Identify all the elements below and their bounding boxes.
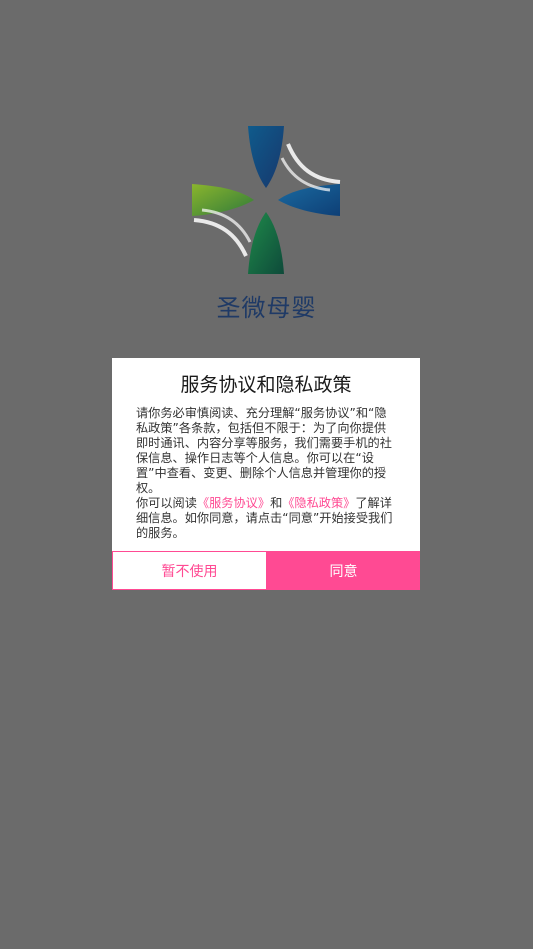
dialog-paragraph-2: 你可以阅读《服务协议》和《隐私政策》了解详细信息。如你同意，请点击“同意”开始接…: [136, 496, 396, 541]
brand-logo-icon: [192, 126, 341, 274]
dialog-body: 请你务必审慎阅读、充分理解“服务协议”和“隐私政策”各条款，包括但不限于：为了向…: [136, 406, 396, 541]
dialog-paragraph-1: 请你务必审慎阅读、充分理解“服务协议”和“隐私政策”各条款，包括但不限于：为了向…: [136, 406, 392, 495]
app-screen: 圣微母婴 服务协议和隐私政策 请你务必审慎阅读、充分理解“服务协议”和“隐私政策…: [0, 0, 533, 949]
decline-button[interactable]: 暂不使用: [112, 551, 267, 590]
and-text: 和: [270, 496, 283, 510]
dialog-title: 服务协议和隐私政策: [180, 374, 352, 396]
dialog-button-row: 暂不使用 同意: [112, 551, 420, 590]
service-agreement-link[interactable]: 《服务协议》: [197, 496, 270, 510]
agree-button[interactable]: 同意: [267, 551, 420, 590]
privacy-dialog: 服务协议和隐私政策 请你务必审慎阅读、充分理解“服务协议”和“隐私政策”各条款，…: [112, 358, 420, 590]
brand-name: 圣微母婴: [216, 294, 317, 322]
privacy-policy-link[interactable]: 《隐私政策》: [282, 496, 355, 510]
paragraph-2-prefix: 你可以阅读: [136, 496, 197, 510]
